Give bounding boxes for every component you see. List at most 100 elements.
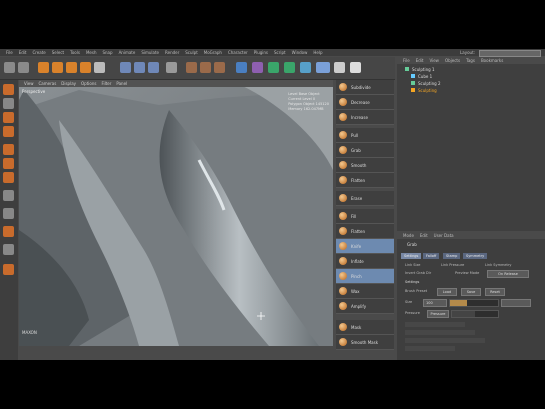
- edges-mode-icon[interactable]: [3, 158, 14, 169]
- attr-menu-userdata[interactable]: User Data: [434, 233, 454, 238]
- workplane-icon[interactable]: [3, 126, 14, 137]
- light-icon[interactable]: [334, 62, 345, 73]
- sculpt-layout-icon[interactable]: [350, 62, 361, 73]
- undo-icon[interactable]: [4, 62, 15, 73]
- preview-mode-dropdown[interactable]: On Release: [487, 270, 529, 278]
- object-row[interactable]: Sculpting 1: [405, 66, 435, 72]
- pressure-slider[interactable]: [451, 310, 499, 318]
- scale-icon[interactable]: [66, 62, 77, 73]
- sculpt-mode-icon[interactable]: [3, 264, 14, 275]
- obj-menu-file[interactable]: File: [403, 58, 410, 63]
- render-settings-icon[interactable]: [214, 62, 225, 73]
- load-button[interactable]: Load: [437, 288, 457, 296]
- render-picture-viewer-icon[interactable]: [200, 62, 211, 73]
- viewport-menu-options[interactable]: Options: [81, 81, 96, 86]
- menu-mograph[interactable]: MoGraph: [204, 50, 222, 55]
- brush-wax[interactable]: Wax: [336, 284, 394, 299]
- redo-icon[interactable]: [18, 62, 29, 73]
- size-mode-dropdown[interactable]: [501, 299, 531, 307]
- viewport-menu-display[interactable]: Display: [61, 81, 76, 86]
- model-mode-icon[interactable]: [3, 98, 14, 109]
- size-slider[interactable]: [449, 299, 499, 307]
- obj-menu-objects[interactable]: Objects: [445, 58, 460, 63]
- cube-icon[interactable]: [236, 62, 247, 73]
- menu-select[interactable]: Select: [52, 50, 64, 55]
- layout-dropdown[interactable]: [479, 50, 541, 57]
- brush-decrease[interactable]: Decrease: [336, 95, 394, 110]
- save-button[interactable]: Save: [461, 288, 481, 296]
- camera-icon[interactable]: [316, 62, 330, 73]
- obj-menu-bookmarks[interactable]: Bookmarks: [481, 58, 503, 63]
- deformer-icon[interactable]: [284, 62, 295, 73]
- menu-help[interactable]: Help: [313, 50, 322, 55]
- menu-window[interactable]: Window: [292, 50, 308, 55]
- brush-smooth[interactable]: Smooth: [336, 158, 394, 173]
- make-editable-icon[interactable]: [3, 84, 14, 95]
- attr-menu-mode[interactable]: Mode: [403, 233, 414, 238]
- brush-flatten-2[interactable]: Flatten: [336, 224, 394, 239]
- obj-menu-tags[interactable]: Tags: [466, 58, 475, 63]
- menu-script[interactable]: Script: [274, 50, 286, 55]
- environment-icon[interactable]: [300, 62, 311, 73]
- brush-grab[interactable]: Grab: [336, 143, 394, 158]
- brush-knife[interactable]: Knife: [336, 239, 394, 254]
- array-icon[interactable]: [268, 62, 279, 73]
- x-axis-icon[interactable]: [120, 62, 131, 73]
- object-row[interactable]: Sculpting 2: [411, 80, 441, 86]
- brush-flatten[interactable]: Flatten: [336, 173, 394, 188]
- menu-edit[interactable]: Edit: [19, 50, 27, 55]
- reset-button[interactable]: Reset: [485, 288, 505, 296]
- coordinate-system-icon[interactable]: [166, 62, 177, 73]
- snapping-icon[interactable]: [3, 226, 14, 237]
- object-row[interactable]: Cube 1: [411, 73, 432, 79]
- polygons-mode-icon[interactable]: [3, 172, 14, 183]
- brush-erase[interactable]: Erase: [336, 191, 394, 206]
- menu-create[interactable]: Create: [32, 50, 45, 55]
- tab-symmetry[interactable]: Symmetry: [463, 253, 488, 259]
- tab-settings[interactable]: Settings: [401, 253, 422, 259]
- y-axis-icon[interactable]: [134, 62, 145, 73]
- render-view-icon[interactable]: [186, 62, 197, 73]
- tab-stamp[interactable]: Stamp: [443, 253, 461, 259]
- obj-menu-edit[interactable]: Edit: [416, 58, 424, 63]
- menu-sculpt[interactable]: Sculpt: [185, 50, 198, 55]
- viewport-menu-view[interactable]: View: [24, 81, 34, 86]
- menu-mesh[interactable]: Mesh: [86, 50, 97, 55]
- obj-menu-view[interactable]: View: [429, 58, 439, 63]
- brush-fill[interactable]: Fill: [336, 209, 394, 224]
- tab-falloff[interactable]: Falloff: [423, 253, 440, 259]
- brush-increase[interactable]: Increase: [336, 110, 394, 125]
- menu-plugins[interactable]: Plugins: [254, 50, 268, 55]
- live-selection-icon[interactable]: [38, 62, 49, 73]
- object-row-selected[interactable]: Sculpting: [411, 87, 437, 93]
- brush-pinch[interactable]: Pinch: [336, 269, 394, 284]
- menu-animate[interactable]: Animate: [119, 50, 136, 55]
- brush-inflate[interactable]: Inflate: [336, 254, 394, 269]
- texture-mode-icon[interactable]: [3, 112, 14, 123]
- tweak-mode-icon[interactable]: [3, 208, 14, 219]
- viewport-menu-cameras[interactable]: Cameras: [39, 81, 57, 86]
- brush-smooth-mask[interactable]: Smooth Mask: [336, 335, 394, 350]
- z-axis-icon[interactable]: [148, 62, 159, 73]
- menu-tools[interactable]: Tools: [70, 50, 80, 55]
- move-icon[interactable]: [52, 62, 63, 73]
- subdivision-surface-icon[interactable]: [252, 62, 263, 73]
- menu-snap[interactable]: Snap: [102, 50, 112, 55]
- recent-tools-icon[interactable]: [94, 62, 105, 73]
- size-field[interactable]: 100: [423, 299, 447, 307]
- brush-mask[interactable]: Mask: [336, 320, 394, 335]
- menu-file[interactable]: File: [6, 50, 13, 55]
- menu-render[interactable]: Render: [165, 50, 179, 55]
- attr-menu-edit[interactable]: Edit: [420, 233, 428, 238]
- menu-simulate[interactable]: Simulate: [141, 50, 159, 55]
- points-mode-icon[interactable]: [3, 144, 14, 155]
- brush-amplify[interactable]: Amplify: [336, 299, 394, 314]
- viewport-menu-filter[interactable]: Filter: [101, 81, 111, 86]
- brush-subdivide[interactable]: Subdivide: [336, 80, 394, 95]
- perspective-viewport[interactable]: View Cameras Display Options Filter Pane…: [19, 80, 333, 346]
- locked-workplane-icon[interactable]: [3, 244, 14, 255]
- viewport-menu-panel[interactable]: Panel: [116, 81, 127, 86]
- menu-character[interactable]: Character: [228, 50, 248, 55]
- axis-mode-icon[interactable]: [3, 190, 14, 201]
- pressure-mode-dropdown[interactable]: Pressure: [427, 310, 449, 318]
